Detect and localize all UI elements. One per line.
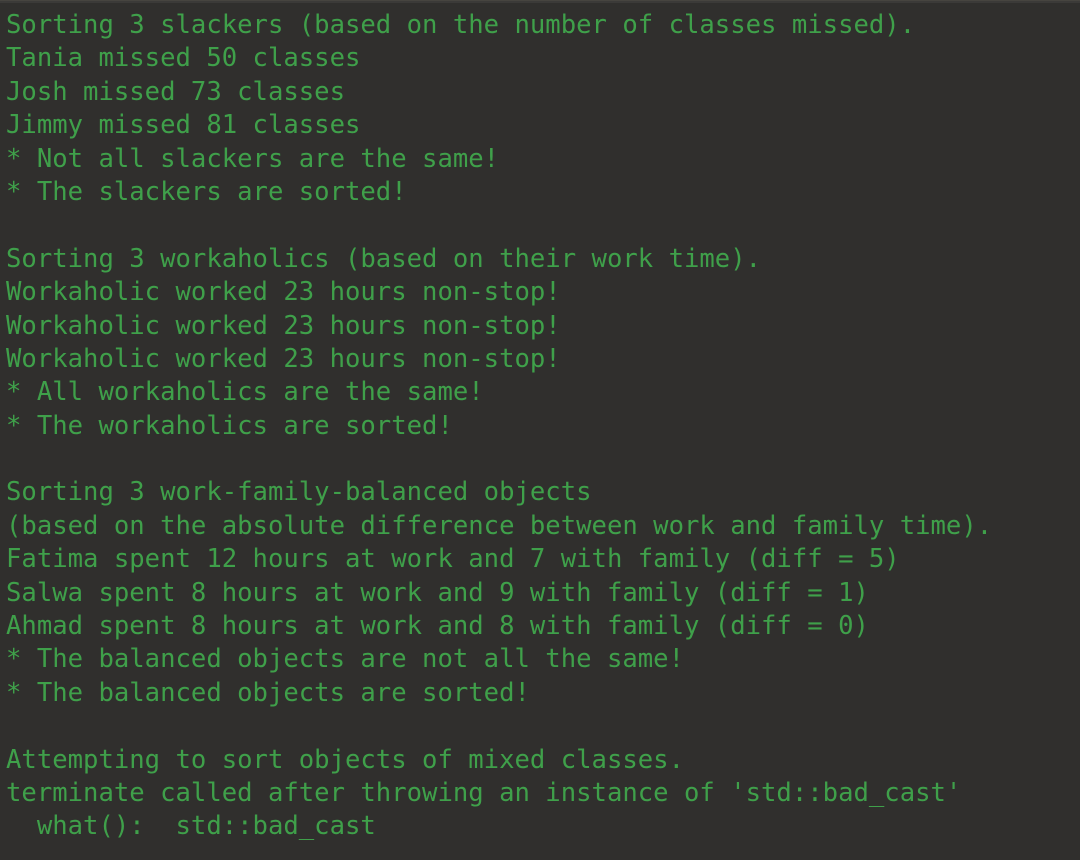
console-line: Attempting to sort objects of mixed clas… bbox=[6, 744, 684, 775]
console-line: Josh missed 73 classes bbox=[6, 76, 345, 107]
terminal-window: Sorting 3 slackers (based on the number … bbox=[0, 0, 1080, 860]
console-line: * The workaholics are sorted! bbox=[6, 410, 453, 441]
console-line: Salwa spent 8 hours at work and 9 with f… bbox=[6, 577, 869, 608]
console-line: Workaholic worked 23 hours non-stop! bbox=[6, 310, 561, 341]
console-line: Workaholic worked 23 hours non-stop! bbox=[6, 277, 561, 308]
console-output-area[interactable]: Sorting 3 slackers (based on the number … bbox=[0, 3, 1080, 844]
console-line: Fatima spent 12 hours at work and 7 with… bbox=[6, 544, 900, 575]
console-line: * All workaholics are the same! bbox=[6, 377, 484, 408]
console-line: * The slackers are sorted! bbox=[6, 176, 407, 207]
console-line: * The balanced objects are sorted! bbox=[6, 677, 530, 708]
console-line: Tania missed 50 classes bbox=[6, 43, 361, 74]
console-line: terminate called after throwing an insta… bbox=[6, 777, 962, 808]
console-line: (based on the absolute difference betwee… bbox=[6, 510, 993, 541]
console-line: * Not all slackers are the same! bbox=[6, 143, 500, 174]
console-line: Sorting 3 slackers (based on the number … bbox=[6, 10, 916, 40]
console-line: what(): std::bad_cast bbox=[6, 811, 376, 842]
console-line: Jimmy missed 81 classes bbox=[6, 110, 361, 141]
console-line: Sorting 3 workaholics (based on their wo… bbox=[6, 243, 762, 274]
console-line: Workaholic worked 23 hours non-stop! bbox=[6, 343, 561, 374]
console-line: Sorting 3 work-family-balanced objects bbox=[6, 477, 592, 508]
console-line: * The balanced objects are not all the s… bbox=[6, 644, 684, 675]
console-line: Ahmad spent 8 hours at work and 8 with f… bbox=[6, 611, 869, 642]
